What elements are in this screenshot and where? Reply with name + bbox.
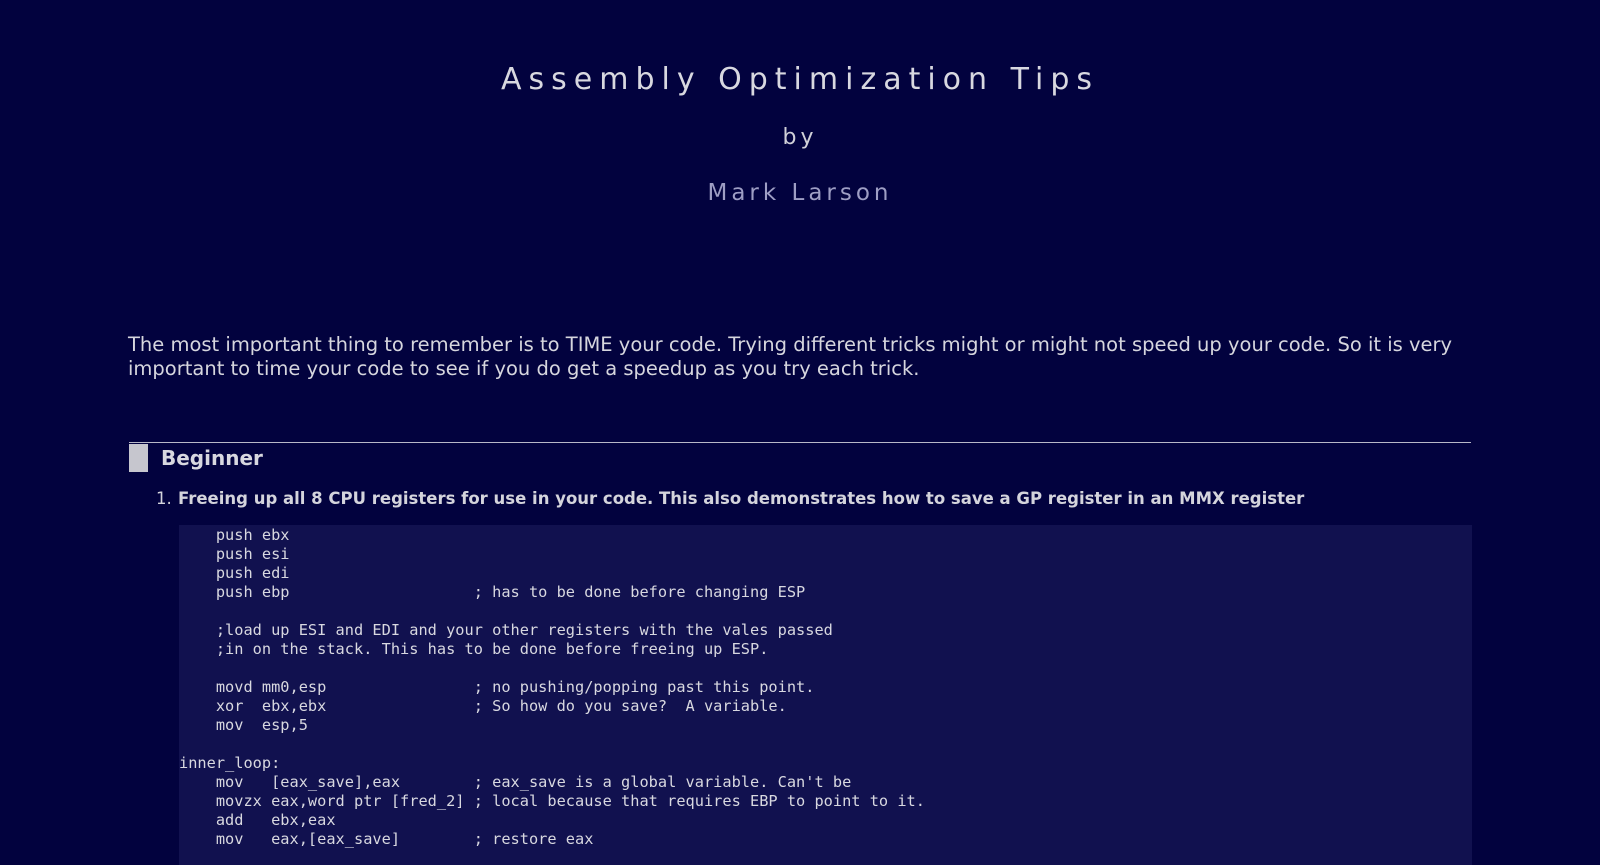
code-block: push ebx push esi push edi push ebp ; ha… — [179, 525, 1472, 865]
section-header: Beginner — [129, 444, 263, 472]
section-marker — [129, 444, 148, 472]
section-title: Beginner — [161, 446, 263, 470]
tip-heading-text: Freeing up all 8 CPU registers for use i… — [178, 489, 1305, 508]
author-name: Mark Larson — [707, 180, 893, 206]
byline-by: by — [782, 125, 818, 150]
tip-number: 1. — [156, 489, 172, 508]
tip-heading: 1. Freeing up all 8 CPU registers for use… — [156, 489, 1304, 508]
code-listing: push ebx push esi push edi push ebp ; ha… — [179, 526, 925, 848]
section-divider — [129, 442, 1471, 443]
page-title: Assembly Optimization Tips — [501, 62, 1099, 97]
intro-paragraph: The most important thing to remember is … — [128, 333, 1453, 380]
page: Assembly Optimization Tips by Mark Larso… — [0, 0, 1600, 865]
